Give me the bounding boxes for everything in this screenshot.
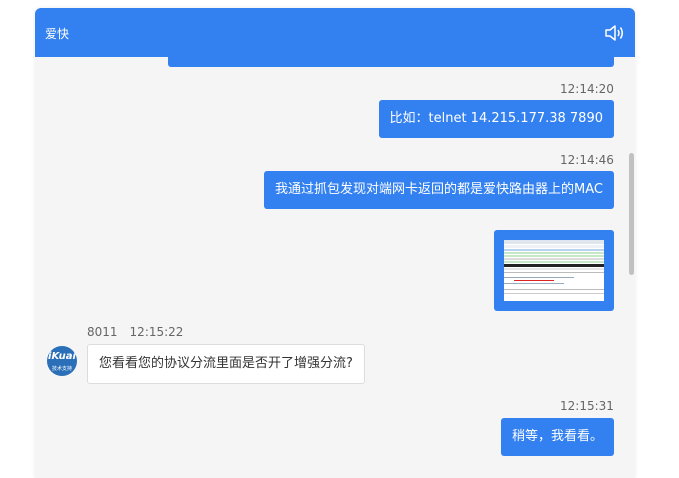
previous-message-bubble [168,54,614,67]
message-timestamp: 12:14:20 [560,82,614,96]
image-message[interactable] [494,230,614,311]
scrollbar-thumb[interactable] [629,153,634,275]
chat-window: 爱快 12:14:20 比如：telnet 14.215.177.38 7890… [35,8,635,478]
avatar-subtitle: 技术支持 [51,366,72,372]
packet-capture-thumbnail [504,240,604,301]
message-timestamp: 12:14:46 [560,153,614,167]
speaker-icon[interactable] [604,24,624,42]
avatar: iKuai 技术支持 [47,346,77,376]
sender-info: 8011 12:15:22 [87,325,195,339]
outgoing-message: 比如：telnet 14.215.177.38 7890 [378,100,614,138]
chat-title: 爱快 [45,27,70,41]
message-timestamp: 12:15:22 [129,325,184,339]
outgoing-message: 稍等，我看看。 [500,418,614,456]
outgoing-message: 我通过抓包发现对端网卡返回的都是爱快路由器上的MAC [264,171,614,209]
avatar-logo: iKuai [48,351,76,362]
sender-name: 8011 [87,325,118,339]
incoming-message: 您看看您的协议分流里面是否开了增强分流? [87,344,365,384]
message-timestamp: 12:15:31 [560,399,614,413]
chat-header: 爱快 [35,8,635,57]
